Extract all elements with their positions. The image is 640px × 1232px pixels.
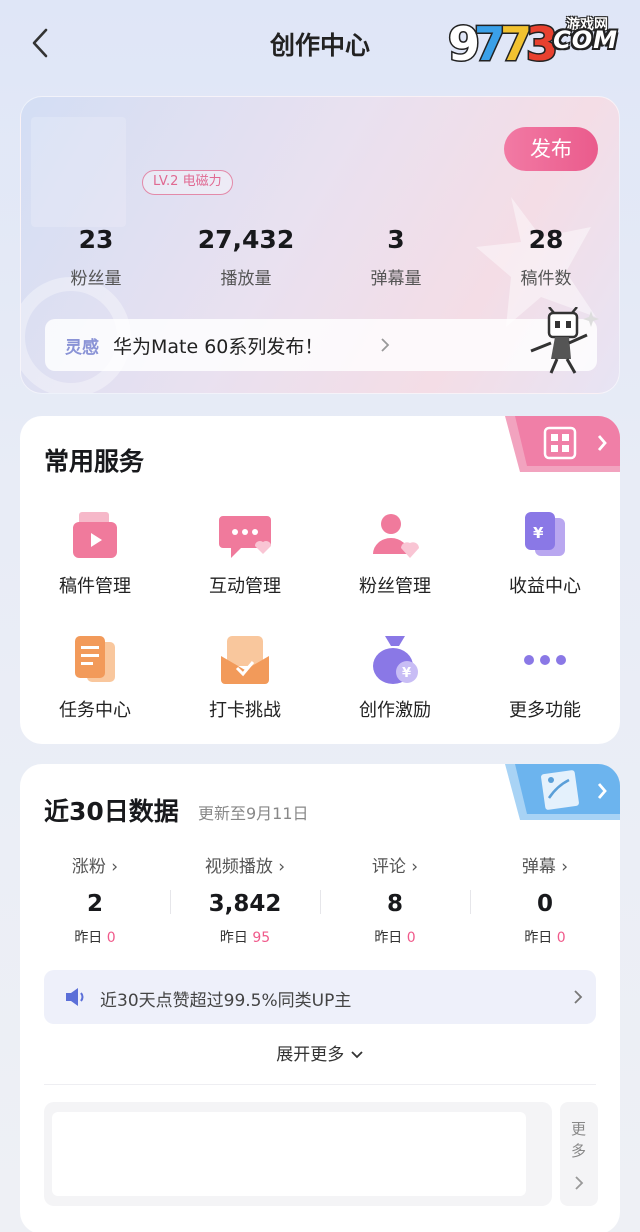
recent-data-card: 近30日数据 更新至9月11日 涨粉 › 2 昨日 0 视频播放 › 3,842… <box>20 764 620 1232</box>
site-watermark: 9 7 7 3 游戏网 COM <box>447 12 624 73</box>
metric-value: 2 <box>86 891 103 917</box>
services-banner[interactable] <box>485 416 620 472</box>
metric-value: 0 <box>536 891 553 917</box>
inspiration-text: 华为Mate 60系列发布！ <box>113 336 324 358</box>
service-manuscript[interactable]: 稿件管理 <box>20 508 170 598</box>
expand-label: 展开更多 <box>276 1045 345 1065</box>
service-label: 稿件管理 <box>59 576 131 597</box>
service-interaction[interactable]: 互动管理 <box>170 508 320 598</box>
service-label: 收益中心 <box>509 576 581 597</box>
money-bag-icon: ¥ <box>367 632 423 688</box>
divider <box>44 1084 596 1085</box>
metric-value: 3,842 <box>208 891 282 917</box>
profile-summary-card: 发布 LV.2 电磁力 23 粉丝量 27,432 播放量 3 弹幕量 28 稿… <box>20 96 620 394</box>
metric-yesterday: 昨日 0 <box>374 930 416 946</box>
metric-label: 评论 › <box>371 857 419 877</box>
metric-label: 涨粉 › <box>71 857 119 877</box>
svg-text:¥: ¥ <box>402 666 411 681</box>
fans-icon <box>367 508 423 564</box>
stat-fans[interactable]: 23 粉丝量 <box>21 225 171 289</box>
service-label: 任务中心 <box>59 700 131 721</box>
service-label: 打卡挑战 <box>209 700 281 721</box>
task-icon <box>67 632 123 688</box>
stat-value: 23 <box>78 225 114 254</box>
inspiration-tag: 灵感 <box>65 338 99 358</box>
chat-bubble-icon <box>217 508 273 564</box>
content-placeholder <box>44 1102 552 1206</box>
stat-plays[interactable]: 27,432 播放量 <box>171 225 321 289</box>
chevron-right-icon <box>381 338 390 352</box>
revenue-icon: ¥ <box>517 508 573 564</box>
publish-button[interactable]: 发布 <box>504 127 598 171</box>
checkin-icon <box>217 632 273 688</box>
level-badge: LV.2 电磁力 <box>142 170 233 195</box>
service-label: 粉丝管理 <box>359 576 431 597</box>
metric-yesterday: 昨日 95 <box>219 930 271 946</box>
service-fans[interactable]: 粉丝管理 <box>320 508 470 598</box>
metric-danmaku[interactable]: 弹幕 › 0 昨日 0 <box>470 852 620 947</box>
service-checkin[interactable]: 打卡挑战 <box>170 632 320 722</box>
stat-danmaku[interactable]: 3 弹幕量 <box>321 225 471 289</box>
section-title: 近30日数据 <box>44 797 179 826</box>
data-banner[interactable] <box>485 764 620 820</box>
metric-value: 8 <box>386 891 403 917</box>
common-services-card: 常用服务 稿件管理 互动管理 粉丝管理 ¥ 收益中心 任务中心 打卡挑战 ¥ 创… <box>20 416 620 744</box>
more-column-button[interactable]: 更多 <box>560 1102 598 1206</box>
top-bar: 创作中心 9 7 7 3 游戏网 COM <box>0 0 640 88</box>
inspiration-bar[interactable]: 灵感 华为Mate 60系列发布！ <box>45 319 597 371</box>
achievement-notice[interactable]: 近30天点赞超过99.5%同类UP主 <box>44 970 596 1024</box>
manuscript-icon <box>67 508 123 564</box>
stat-works[interactable]: 28 稿件数 <box>471 225 619 289</box>
metric-label: 视频播放 › <box>204 857 286 877</box>
metric-fans[interactable]: 涨粉 › 2 昨日 0 <box>20 852 170 947</box>
tv-mascot-icon <box>530 307 599 374</box>
expand-more-button[interactable]: 展开更多 <box>20 1040 620 1065</box>
service-incentive[interactable]: ¥ 创作激励 <box>320 632 470 722</box>
stat-label: 稿件数 <box>520 269 572 289</box>
speaker-icon <box>66 988 84 1006</box>
metric-comments[interactable]: 评论 › 8 昨日 0 <box>320 852 470 947</box>
chevron-right-icon <box>574 990 583 1004</box>
stat-label: 播放量 <box>220 269 272 289</box>
metric-yesterday: 昨日 0 <box>524 930 566 946</box>
decorative-shape <box>31 117 126 227</box>
metric-yesterday: 昨日 0 <box>74 930 116 946</box>
stat-value: 27,432 <box>197 225 295 254</box>
metric-label: 弹幕 › <box>521 857 569 877</box>
service-revenue[interactable]: ¥ 收益中心 <box>470 508 620 598</box>
service-tasks[interactable]: 任务中心 <box>20 632 170 722</box>
service-more[interactable]: 更多功能 <box>470 632 620 722</box>
placeholder-inner <box>52 1112 526 1196</box>
stat-value: 28 <box>528 225 564 254</box>
stat-label: 粉丝量 <box>70 269 122 289</box>
more-label: 更多 <box>571 1120 587 1160</box>
svg-text:¥: ¥ <box>533 524 544 542</box>
section-title: 常用服务 <box>44 447 145 476</box>
stat-value: 3 <box>387 225 405 254</box>
service-label: 互动管理 <box>209 576 281 597</box>
update-note: 更新至9月11日 <box>198 804 309 823</box>
service-label: 更多功能 <box>509 700 581 721</box>
notice-text: 近30天点赞超过99.5%同类UP主 <box>100 991 352 1011</box>
chevron-down-icon <box>351 1051 363 1059</box>
chevron-right-icon <box>575 1176 584 1190</box>
stat-label: 弹幕量 <box>370 269 422 289</box>
watermark-domain: COM <box>553 26 618 54</box>
service-label: 创作激励 <box>359 700 431 721</box>
more-dots-icon <box>517 632 573 688</box>
metric-video-plays[interactable]: 视频播放 › 3,842 昨日 95 <box>170 852 320 947</box>
